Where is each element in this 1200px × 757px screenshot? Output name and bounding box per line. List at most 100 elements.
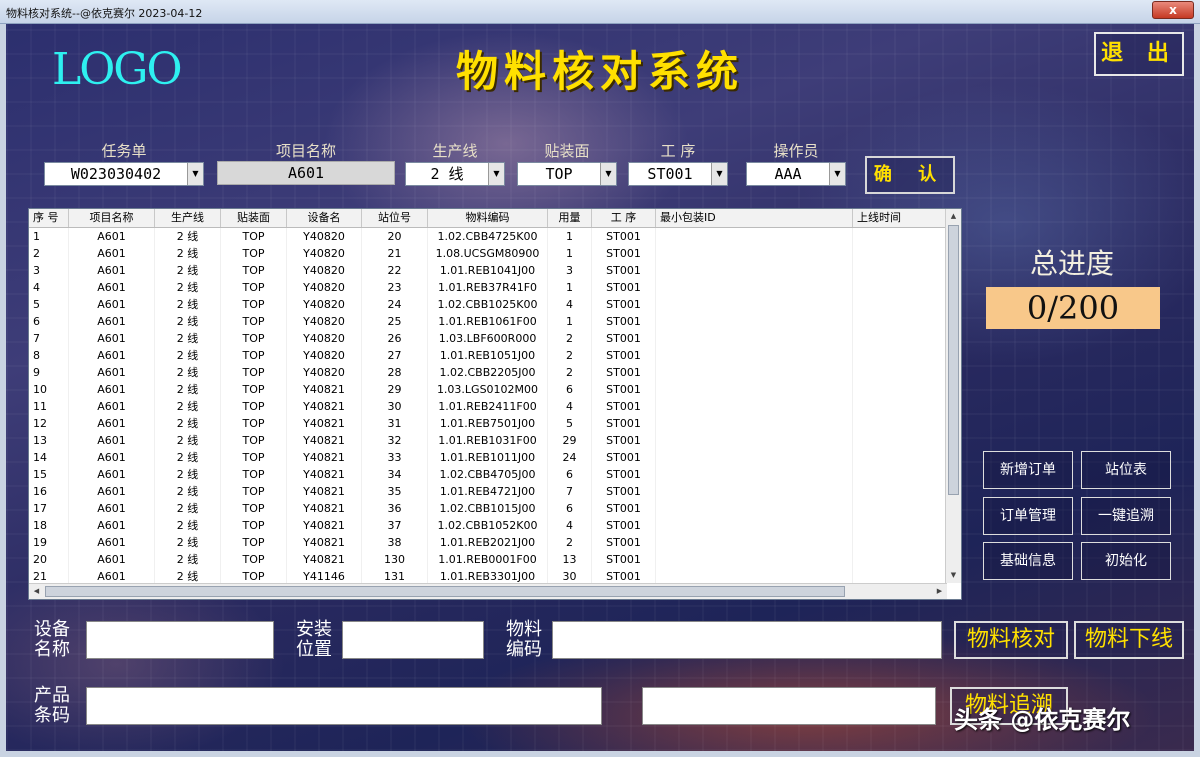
chevron-down-icon[interactable]: ▼ (711, 163, 727, 185)
table-row[interactable]: 11 A601 2 线 TOP Y40821 30 1.01.REB2411F00 4 ST00… (29, 398, 947, 415)
column-header[interactable]: 最小包装ID (656, 209, 853, 227)
table-cell: Y40820 (287, 296, 362, 313)
exit-button[interactable]: 退 出 (1094, 32, 1184, 76)
material-offline-button[interactable]: 物料下线 (1074, 621, 1184, 659)
table-cell: TOP (221, 568, 287, 583)
table-cell: TOP (221, 466, 287, 483)
device-name-input[interactable] (86, 621, 274, 659)
table-row[interactable]: 19 A601 2 线 TOP Y40821 38 1.01.REB2021J00 2 ST00… (29, 534, 947, 551)
table-header: 序 号项目名称 生产线 贴装面 设备名 站位号 物料编码 用量工 序最小包装ID 上线时间 (29, 209, 947, 228)
table-cell: 38 (362, 534, 428, 551)
table-cell: A601 (69, 313, 155, 330)
table-row[interactable]: 5 A601 2 线 TOP Y40820 24 1.02.CBB1025K00 4 ST001 (29, 296, 947, 313)
material-check-button[interactable]: 物料核对 (954, 621, 1068, 659)
table-cell: ST001 (592, 483, 656, 500)
surface-select[interactable]: TOP ▼ (517, 162, 617, 186)
table-row[interactable]: 1 A601 2 线 TOP Y40820 20 1.02.CBB4725K00 1 ST001 (29, 228, 947, 245)
new-order-button[interactable]: 新增订单 (983, 451, 1073, 489)
table-row[interactable]: 8 A601 2 线 TOP Y40820 27 1.01.REB1051J00 2 ST001 (29, 347, 947, 364)
table-cell: 20 (362, 228, 428, 245)
table-cell: Y40820 (287, 279, 362, 296)
operator-label: 操作员 (773, 142, 819, 160)
table-row[interactable]: 20 A601 2 线 TOP Y40821 130 1.01.REB0001F00 13 ST… (29, 551, 947, 568)
chevron-down-icon[interactable]: ▼ (829, 163, 845, 185)
column-header[interactable]: 设备名 (287, 209, 362, 227)
material-table[interactable]: 序 号项目名称 生产线 贴装面 设备名 站位号 物料编码 用量工 序最小包装ID 上线时间 1… (28, 208, 962, 600)
table-cell: 1.03.LGS0102M00 (428, 381, 548, 398)
watermark: 头条 @依克赛尔 (954, 706, 1131, 734)
table-cell: 5 (29, 296, 69, 313)
table-body[interactable]: 1 A601 2 线 TOP Y40820 20 1.02.CBB4725K00 1 ST001… (29, 228, 947, 583)
scroll-thumb[interactable] (45, 586, 845, 597)
chevron-down-icon[interactable]: ▼ (600, 163, 616, 185)
table-cell: Y40820 (287, 262, 362, 279)
table-cell: ST001 (592, 534, 656, 551)
table-cell: TOP (221, 296, 287, 313)
install-position-input[interactable] (342, 621, 484, 659)
table-row[interactable]: 18 A601 2 线 TOP Y40821 37 1.02.CBB1052K00 4 ST00… (29, 517, 947, 534)
table-row[interactable]: 17 A601 2 线 TOP Y40821 36 1.02.CBB1015J00 6 ST00… (29, 500, 947, 517)
table-cell: 24 (362, 296, 428, 313)
table-row[interactable]: 9 A601 2 线 TOP Y40820 28 1.02.CBB2205J00 2 ST001 (29, 364, 947, 381)
table-cell: 4 (548, 517, 592, 534)
task-select[interactable]: W023030402 ▼ (44, 162, 204, 186)
column-header[interactable]: 工 序 (592, 209, 656, 227)
column-header[interactable]: 物料编码 (428, 209, 548, 227)
table-row[interactable]: 16 A601 2 线 TOP Y40821 35 1.01.REB4721J00 7 ST00… (29, 483, 947, 500)
horizontal-scrollbar[interactable]: ◀ ▶ (29, 583, 947, 599)
column-header[interactable]: 贴装面 (221, 209, 287, 227)
product-barcode-input[interactable] (86, 687, 602, 725)
operator-select[interactable]: AAA ▼ (746, 162, 846, 186)
table-row[interactable]: 14 A601 2 线 TOP Y40821 33 1.01.REB1011J00 24 ST0… (29, 449, 947, 466)
table-row[interactable]: 4 A601 2 线 TOP Y40820 23 1.01.REB37R41F0 1 ST001 (29, 279, 947, 296)
table-cell: A601 (69, 466, 155, 483)
scroll-right-icon[interactable]: ▶ (932, 584, 947, 599)
table-cell: 6 (548, 381, 592, 398)
table-cell: ST001 (592, 262, 656, 279)
one-click-trace-button[interactable]: 一键追溯 (1081, 497, 1171, 535)
column-header[interactable]: 生产线 (155, 209, 221, 227)
table-cell: 1 (548, 279, 592, 296)
table-cell: 1.02.CBB4705J00 (428, 466, 548, 483)
table-cell: 2 线 (155, 296, 221, 313)
chevron-down-icon[interactable]: ▼ (187, 163, 203, 185)
initialize-button[interactable]: 初始化 (1081, 542, 1171, 580)
table-row[interactable]: 21 A601 2 线 TOP Y41146 131 1.01.REB3301J00 30 ST… (29, 568, 947, 583)
progress-value: 0/200 (986, 287, 1160, 329)
confirm-button[interactable]: 确 认 (865, 156, 955, 194)
process-select[interactable]: ST001 ▼ (628, 162, 728, 186)
order-management-button[interactable]: 订单管理 (983, 497, 1073, 535)
table-row[interactable]: 3 A601 2 线 TOP Y40820 22 1.01.REB1041J00 3 ST001 (29, 262, 947, 279)
table-row[interactable]: 13 A601 2 线 TOP Y40821 32 1.01.REB1031F00 29 ST0… (29, 432, 947, 449)
operator-value: AAA (774, 165, 802, 183)
table-row[interactable]: 6 A601 2 线 TOP Y40820 25 1.01.REB1061F00 1 ST001 (29, 313, 947, 330)
line-select[interactable]: 2 线 ▼ (405, 162, 505, 186)
scroll-up-icon[interactable]: ▲ (946, 209, 961, 224)
scroll-thumb[interactable] (948, 225, 959, 495)
table-cell: 1 (548, 245, 592, 262)
table-cell (853, 500, 947, 517)
material-code-input[interactable] (552, 621, 942, 659)
column-header[interactable]: 上线时间 (853, 209, 947, 227)
table-row[interactable]: 12 A601 2 线 TOP Y40821 31 1.01.REB7501J00 5 ST00… (29, 415, 947, 432)
table-cell: 1.01.REB1061F00 (428, 313, 548, 330)
table-row[interactable]: 15 A601 2 线 TOP Y40821 34 1.02.CBB4705J00 6 ST00… (29, 466, 947, 483)
table-row[interactable]: 2 A601 2 线 TOP Y40820 21 1.08.UCSGM80900 1 ST001 (29, 245, 947, 262)
vertical-scrollbar[interactable]: ▲ ▼ (945, 209, 961, 583)
table-row[interactable]: 7 A601 2 线 TOP Y40820 26 1.03.LBF600R000 2 ST001 (29, 330, 947, 347)
column-header[interactable]: 项目名称 (69, 209, 155, 227)
chevron-down-icon[interactable]: ▼ (488, 163, 504, 185)
column-header[interactable]: 站位号 (362, 209, 428, 227)
trace-input[interactable] (642, 687, 936, 725)
table-row[interactable]: 10 A601 2 线 TOP Y40821 29 1.03.LGS0102M00 6 ST00… (29, 381, 947, 398)
table-cell: ST001 (592, 551, 656, 568)
column-header[interactable]: 序 号 (29, 209, 69, 227)
station-table-button[interactable]: 站位表 (1081, 451, 1171, 489)
scroll-down-icon[interactable]: ▼ (946, 568, 961, 583)
window-titlebar: 物料核对系统--@依克赛尔 2023-04-12 x (0, 0, 1200, 24)
scroll-left-icon[interactable]: ◀ (29, 584, 44, 599)
basic-info-button[interactable]: 基础信息 (983, 542, 1073, 580)
window-close-button[interactable]: x (1152, 1, 1194, 19)
table-cell: 2 线 (155, 517, 221, 534)
column-header[interactable]: 用量 (548, 209, 592, 227)
